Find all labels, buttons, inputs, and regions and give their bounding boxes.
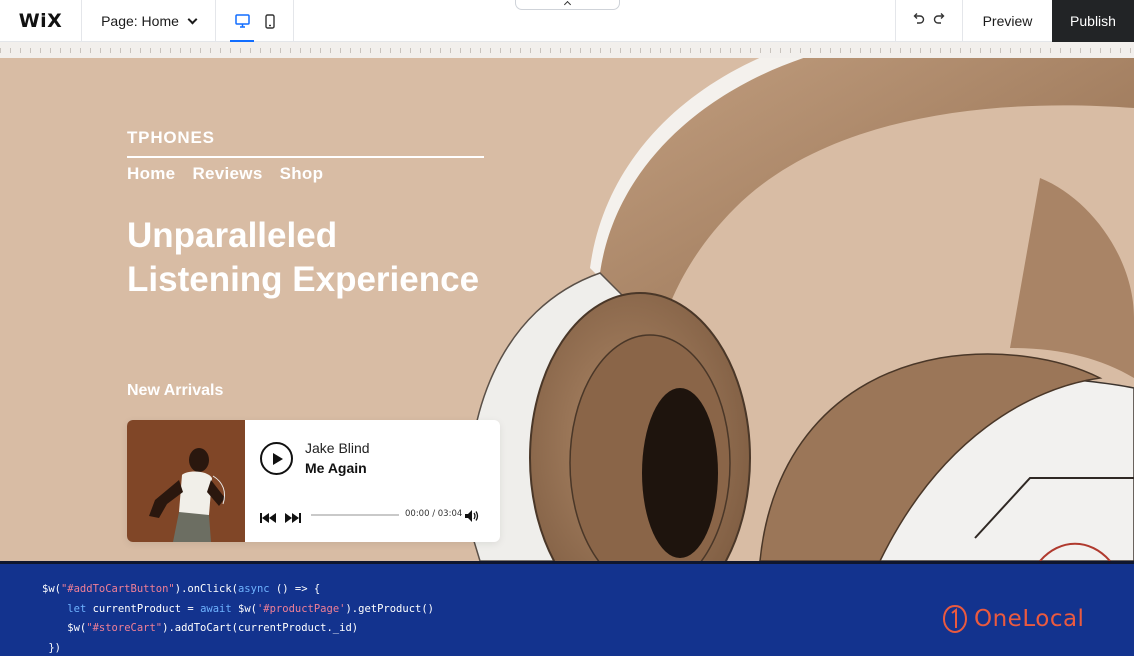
code-token: '#productPage': [256, 602, 346, 615]
skip-forward-icon[interactable]: [285, 510, 301, 528]
track-title: Me Again: [305, 460, 367, 476]
code-token: ).addToCart(currentProduct._id): [162, 622, 359, 634]
code-token: () => {: [269, 583, 321, 595]
onelocal-logo: OneLocal: [942, 604, 1084, 634]
onelocal-mark-icon: [942, 605, 968, 633]
code-line-2: let currentProduct = await $w('#productP…: [42, 600, 434, 620]
canvas-ruler: [0, 42, 1134, 58]
code-token: await: [200, 602, 232, 615]
code-line-3: $w("#storeCart").addToCart(currentProduc…: [42, 619, 434, 639]
code-token: ).onClick(: [174, 583, 238, 595]
album-artwork: [127, 420, 245, 542]
site-brand[interactable]: TPHONES: [127, 128, 215, 148]
preview-button[interactable]: Preview: [963, 0, 1052, 42]
wix-logo[interactable]: WiX: [0, 0, 82, 42]
code-token: async: [237, 583, 270, 595]
nav-item-reviews[interactable]: Reviews: [192, 164, 262, 184]
desktop-view-icon[interactable]: [230, 0, 254, 42]
editor-top-bar: WiX Page: Home Preview Publish: [0, 0, 1134, 42]
play-icon: [273, 452, 283, 465]
redo-icon[interactable]: [933, 12, 947, 31]
skip-back-icon[interactable]: [260, 510, 276, 528]
code-token: "#storeCart": [86, 622, 163, 634]
site-nav: Home Reviews Shop: [127, 164, 323, 184]
code-banner: $w("#addToCartButton").onClick(async () …: [0, 561, 1134, 656]
hero-headline-line-2: Listening Experience: [127, 260, 480, 299]
play-button[interactable]: [260, 442, 293, 475]
artist-name: Jake Blind: [305, 440, 370, 456]
code-token: $w(: [231, 602, 257, 615]
device-switcher: [216, 0, 294, 42]
nav-item-home[interactable]: Home: [127, 164, 175, 184]
code-token: ).getProduct(): [345, 602, 434, 615]
code-token: $w(: [42, 583, 61, 595]
collapse-toolbar-tab[interactable]: [515, 0, 620, 10]
playback-time: 00:00 / 03:04: [405, 509, 463, 519]
music-player[interactable]: Jake Blind Me Again 00:00 / 03:04: [127, 420, 500, 542]
code-snippet: $w("#addToCartButton").onClick(async () …: [42, 580, 434, 656]
hero-section[interactable]: TPHONES Home Reviews Shop Unparalleled L…: [0, 58, 1134, 561]
code-line-1: $w("#addToCartButton").onClick(async () …: [42, 580, 434, 600]
onelocal-wordmark: OneLocal: [974, 606, 1085, 632]
code-token: $w(: [42, 622, 87, 634]
volume-icon[interactable]: [465, 509, 479, 527]
playback-progress-bar[interactable]: [311, 514, 399, 516]
hero-headline[interactable]: Unparalleled Listening Experience: [127, 214, 557, 302]
page-selector-label: Page: Home: [101, 13, 179, 29]
publish-button[interactable]: Publish: [1052, 0, 1134, 42]
page-selector[interactable]: Page: Home: [82, 0, 216, 42]
nav-item-shop[interactable]: Shop: [280, 164, 324, 184]
undo-icon[interactable]: [911, 12, 925, 31]
mobile-view-icon[interactable]: [258, 0, 282, 42]
chevron-down-icon: [187, 14, 198, 24]
code-line-4: }): [42, 641, 61, 654]
hero-headline-line-1: Unparalleled: [127, 216, 338, 255]
chevron-up-icon: [563, 0, 572, 9]
code-token: currentProduct =: [86, 602, 201, 615]
section-label[interactable]: New Arrivals: [127, 382, 223, 400]
header-divider: [127, 156, 484, 158]
undo-redo-group: [895, 0, 963, 42]
code-token: "#addToCartButton": [60, 583, 175, 595]
code-token: let: [67, 602, 87, 615]
